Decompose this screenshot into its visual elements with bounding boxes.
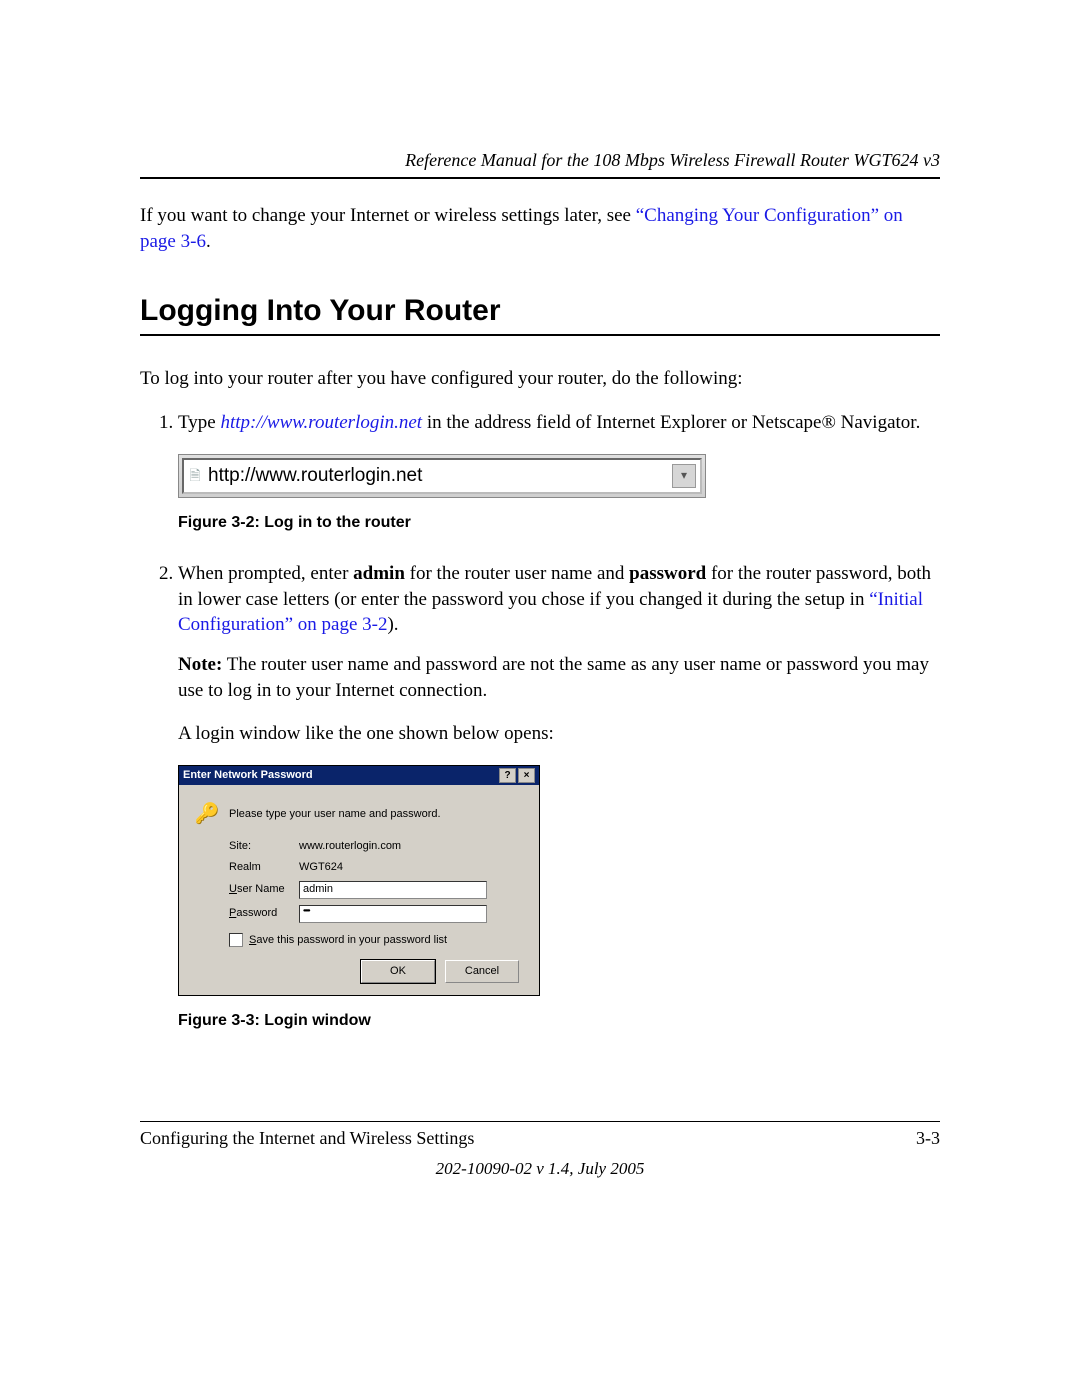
address-bar-frame: 🗎 http://www.routerlogin.net ▾ — [178, 454, 706, 498]
address-bar-text: http://www.routerlogin.net — [206, 463, 672, 489]
figure-3-2-caption: Figure 3-2: Log in to the router — [178, 512, 940, 534]
chevron-down-icon[interactable]: ▾ — [672, 464, 696, 488]
step1-after: in the address field of Internet Explore… — [422, 412, 920, 433]
intro-paragraph: If you want to change your Internet or w… — [140, 203, 940, 254]
steps-list: Type http://www.routerlogin.net in the a… — [140, 410, 940, 1031]
save-password-label: Save this password in your password list — [249, 933, 447, 948]
site-label: Site: — [229, 839, 299, 854]
section-rule — [140, 334, 940, 336]
section-heading: Logging Into Your Router — [140, 294, 940, 328]
intro-text-before: If you want to change your Internet or w… — [140, 205, 636, 226]
lead-paragraph: To log into your router after you have c… — [140, 366, 940, 392]
realm-row: Realm WGT624 — [229, 860, 523, 875]
step-1: Type http://www.routerlogin.net in the a… — [178, 410, 940, 533]
username-row: User Name admin — [229, 881, 523, 899]
page-footer: Configuring the Internet and Wireless Se… — [140, 1121, 940, 1179]
footer-rule — [140, 1121, 940, 1122]
dialog-body: 🔑 Please type your user name and passwor… — [179, 785, 539, 995]
help-button[interactable]: ? — [499, 768, 516, 783]
header-rule — [140, 177, 940, 179]
running-header: Reference Manual for the 108 Mbps Wirele… — [140, 150, 940, 171]
s2-c: for the router user name and — [405, 563, 629, 584]
ok-button[interactable]: OK — [361, 960, 435, 983]
dialog-title: Enter Network Password — [183, 768, 499, 783]
footer-version: 202-10090-02 v 1.4, July 2005 — [140, 1159, 940, 1179]
username-input[interactable]: admin — [299, 881, 487, 899]
step2-p3: A login window like the one shown below … — [178, 721, 940, 747]
save-password-row: Save this password in your password list — [229, 933, 523, 948]
s2-password: password — [629, 563, 706, 584]
dialog-button-row: OK Cancel — [195, 960, 523, 983]
page-icon: 🗎 — [184, 466, 206, 485]
login-dialog: Enter Network Password ? × 🔑 Please type… — [178, 765, 540, 996]
page: Reference Manual for the 108 Mbps Wirele… — [0, 0, 1080, 1239]
username-label: User Name — [229, 882, 299, 897]
cancel-button[interactable]: Cancel — [445, 960, 519, 983]
realm-value: WGT624 — [299, 860, 343, 875]
address-bar[interactable]: 🗎 http://www.routerlogin.net ▾ — [182, 458, 702, 494]
figure-address-bar: 🗎 http://www.routerlogin.net ▾ — [178, 454, 940, 498]
link-routerlogin-url[interactable]: http://www.routerlogin.net — [220, 412, 422, 433]
s2-admin: admin — [353, 563, 405, 584]
footer-page-number: 3-3 — [916, 1128, 940, 1149]
step1-before: Type — [178, 412, 220, 433]
close-button[interactable]: × — [518, 768, 535, 783]
intro-text-after: . — [206, 231, 211, 252]
site-value: www.routerlogin.com — [299, 839, 401, 854]
dialog-message: Please type your user name and password. — [229, 807, 441, 822]
s2-f: ). — [387, 614, 398, 635]
s2-a: When prompted, enter — [178, 563, 353, 584]
step-2: When prompted, enter admin for the route… — [178, 561, 940, 1031]
site-row: Site: www.routerlogin.com — [229, 839, 523, 854]
realm-label: Realm — [229, 860, 299, 875]
dialog-titlebar: Enter Network Password ? × — [179, 766, 539, 785]
password-row: Password ••••••• — [229, 905, 523, 923]
note-label: Note: — [178, 654, 222, 675]
save-password-checkbox[interactable] — [229, 933, 243, 947]
step2-note: Note: The router user name and password … — [178, 652, 940, 703]
footer-chapter: Configuring the Internet and Wireless Se… — [140, 1128, 474, 1149]
note-text: The router user name and password are no… — [178, 654, 929, 701]
figure-3-3-caption: Figure 3-3: Login window — [178, 1010, 940, 1032]
key-icon: 🔑 — [195, 799, 219, 829]
password-input[interactable]: ••••••• — [299, 905, 487, 923]
password-label: Password — [229, 906, 299, 921]
